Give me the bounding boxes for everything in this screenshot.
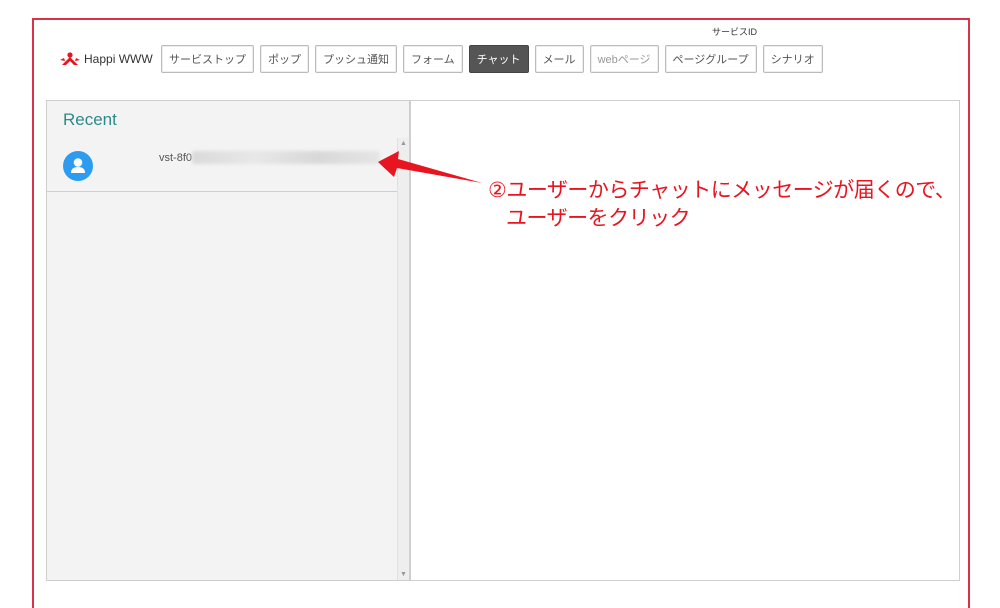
nav-mail[interactable]: メール	[534, 45, 584, 73]
scroll-down-icon[interactable]: ▼	[400, 571, 407, 578]
user-id-text: vst-8f0	[159, 152, 193, 164]
recent-title: Recent	[47, 101, 409, 139]
recent-list: vst-8f0	[47, 138, 399, 580]
nav-pop[interactable]: ポップ	[260, 45, 309, 73]
nav-webpage[interactable]: webページ	[589, 45, 659, 73]
annotation-line-2: ユーザーをクリック	[506, 206, 691, 230]
list-scrollbar[interactable]: ▲ ▼	[397, 138, 409, 580]
nav-page-group[interactable]: ページグループ	[664, 45, 757, 73]
nav-form[interactable]: フォーム	[403, 45, 463, 73]
app-logo[interactable]: Happi WWW	[60, 52, 153, 66]
nav-scenario[interactable]: シナリオ	[762, 45, 823, 73]
annotation-text: ②ユーザーからチャットにメッセージが届くので、 ユーザーをクリック	[488, 176, 956, 232]
main-nav: サービストップ ポップ プッシュ通知 フォーム チャット メール webページ …	[161, 45, 823, 73]
nav-chat[interactable]: チャット	[468, 45, 529, 73]
nav-service-top[interactable]: サービストップ	[161, 45, 254, 73]
logo-icon	[60, 52, 80, 65]
service-id-label: サービスID	[712, 27, 758, 37]
chat-panel	[410, 100, 960, 581]
scroll-up-icon[interactable]: ▲	[400, 140, 407, 147]
user-avatar-icon	[63, 151, 93, 181]
nav-push[interactable]: プッシュ通知	[315, 45, 397, 73]
list-item-user[interactable]: vst-8f0	[47, 138, 399, 192]
annotation-line-1: ②ユーザーからチャットにメッセージが届くので、	[488, 178, 956, 202]
redacted-id-blur	[192, 151, 380, 164]
logo-text: Happi WWW	[84, 52, 153, 66]
recent-panel: Recent vst-8f0 ▲ ▼	[46, 100, 410, 581]
